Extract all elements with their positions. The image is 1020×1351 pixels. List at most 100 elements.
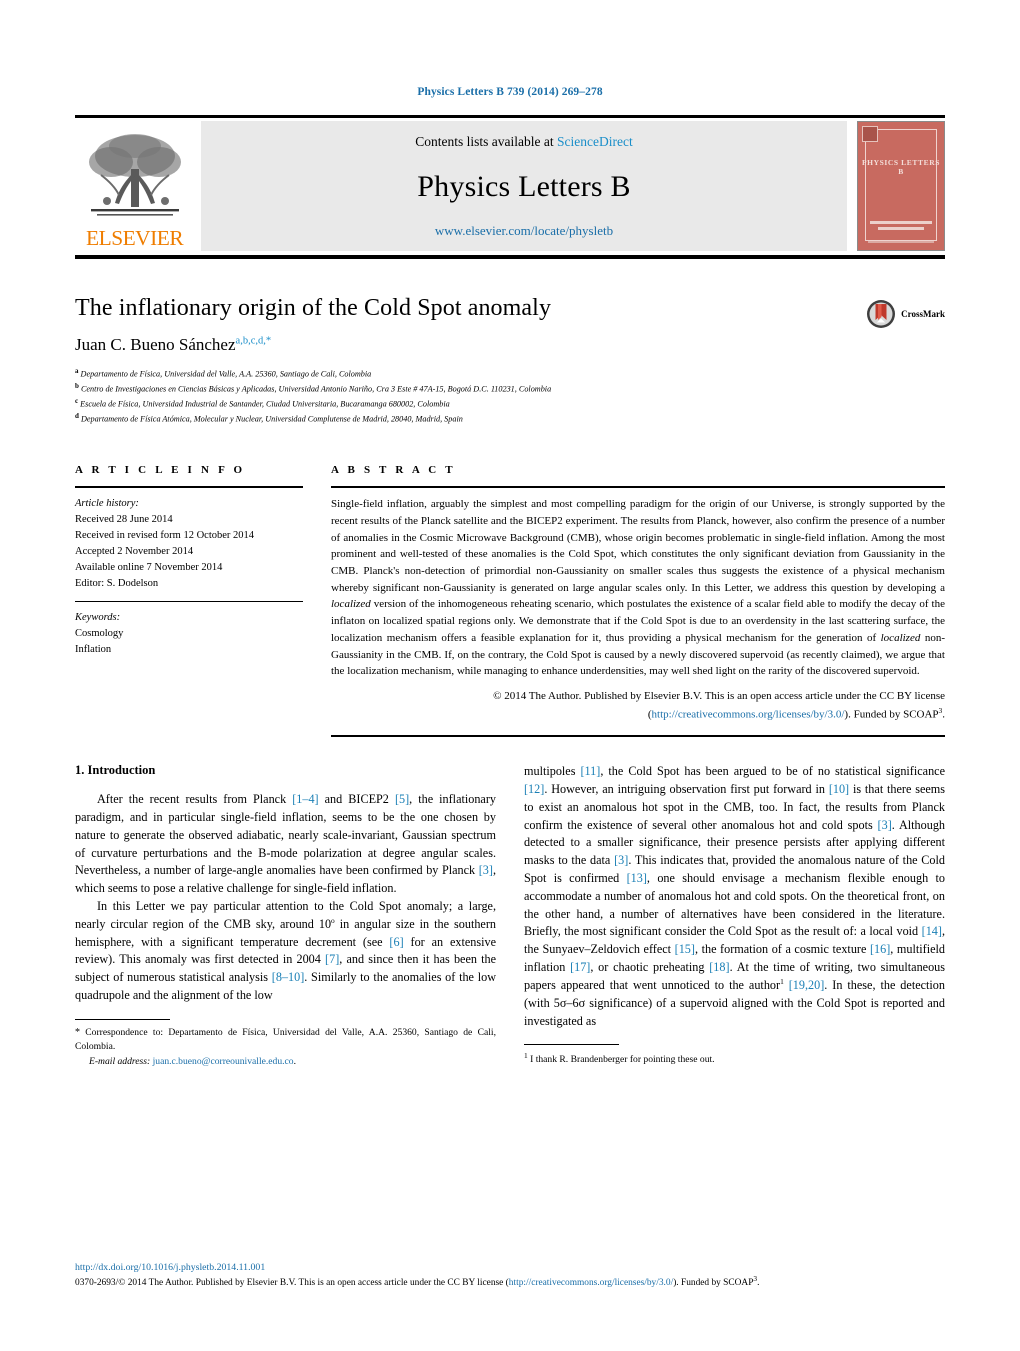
doi-link[interactable]: http://dx.doi.org/10.1016/j.physletb.201… bbox=[75, 1262, 945, 1273]
body-columns: 1. Introduction After the recent results… bbox=[75, 763, 945, 1069]
citation-ref[interactable]: [3] bbox=[878, 818, 892, 832]
cover-footer-bar-1 bbox=[870, 221, 932, 224]
footnote-email-line: E-mail address: juan.c.bueno@correouniva… bbox=[89, 1055, 296, 1067]
citation-ref[interactable]: [18] bbox=[709, 960, 729, 974]
info-abstract-region: A R T I C L E I N F O Article history: R… bbox=[75, 464, 945, 738]
journal-title: Physics Letters B bbox=[417, 169, 631, 203]
author-affiliation-marks[interactable]: a,b,c,d,* bbox=[236, 335, 272, 346]
affiliation-mark: c bbox=[75, 397, 79, 406]
citation-ref[interactable]: [6] bbox=[389, 935, 403, 949]
citation-ref[interactable]: [10] bbox=[829, 782, 849, 796]
masthead-center: Contents lists available at ScienceDirec… bbox=[201, 121, 847, 251]
body-right-column: multipoles [11], the Cold Spot has been … bbox=[524, 763, 945, 1069]
abstract-rule-bottom bbox=[331, 735, 945, 738]
citation-ref[interactable]: [16] bbox=[870, 942, 890, 956]
citation-ref[interactable]: [15] bbox=[675, 942, 695, 956]
citation-ref[interactable]: [13] bbox=[627, 871, 647, 885]
journal-url-link[interactable]: www.elsevier.com/locate/physletb bbox=[435, 223, 613, 239]
contents-available-line: Contents lists available at ScienceDirec… bbox=[415, 134, 632, 150]
keywords-block: Keywords: Cosmology Inflation bbox=[75, 610, 303, 658]
keywords-label: Keywords: bbox=[75, 611, 121, 623]
cover-footer-bar-2 bbox=[878, 227, 924, 230]
affiliation-mark: b bbox=[75, 382, 79, 391]
email-address-label: E-mail address: bbox=[89, 1055, 151, 1067]
footnote-correspondence: * Correspondence to: Departamento de Fís… bbox=[75, 1025, 496, 1069]
affiliation-item: c Escuela de Física, Universidad Industr… bbox=[75, 396, 945, 411]
article-info-rule-top bbox=[75, 486, 303, 489]
article-info-rule-mid bbox=[75, 600, 303, 602]
crossmark-badge[interactable]: CrossMark bbox=[866, 299, 945, 329]
citation-ref[interactable]: [7] bbox=[325, 952, 339, 966]
issn-prefix: 0370-2693/© 2014 The Author. Published b… bbox=[75, 1278, 509, 1289]
citation-ref[interactable]: [8–10] bbox=[272, 970, 305, 984]
abstract-part-2: version of the inhomogeneous reheating s… bbox=[331, 598, 945, 644]
affiliation-item: d Departamento de Física Atómica, Molecu… bbox=[75, 411, 945, 426]
elsevier-wordmark: ELSEVIER bbox=[86, 226, 184, 250]
journal-masthead: ELSEVIER Contents lists available at Sci… bbox=[75, 115, 945, 259]
footnote-separator-right bbox=[524, 1044, 619, 1046]
history-item: Accepted 2 November 2014 bbox=[75, 545, 194, 557]
history-item: Editor: S. Dodelson bbox=[75, 577, 159, 589]
citation-ref[interactable]: [5] bbox=[395, 792, 409, 806]
abstract-text: Single-field inflation, arguably the sim… bbox=[331, 496, 945, 723]
crossmark-label: CrossMark bbox=[901, 309, 945, 319]
affiliation-item: b Centro de Investigaciones en Ciencias … bbox=[75, 381, 945, 396]
citation-ref[interactable]: [1–4] bbox=[292, 792, 318, 806]
affiliations-list: a Departamento de Física, Universidad de… bbox=[75, 366, 945, 426]
history-item: Received 28 June 2014 bbox=[75, 514, 173, 526]
footnote-acknowledgement: 1 I thank R. Brandenberger for pointing … bbox=[524, 1050, 945, 1068]
copyright-end: . bbox=[942, 708, 945, 721]
keyword-item: Cosmology bbox=[75, 627, 124, 639]
cc-license-link[interactable]: http://creativecommons.org/licenses/by/3… bbox=[652, 708, 845, 720]
text-run: , the formation of a cosmic texture bbox=[694, 942, 870, 957]
article-history-block: Article history: Received 28 June 2014 R… bbox=[75, 496, 303, 592]
footnote-acknowledgement-text: I thank R. Brandenberger for pointing th… bbox=[527, 1054, 715, 1066]
page-footer: http://dx.doi.org/10.1016/j.physletb.201… bbox=[75, 1262, 945, 1291]
affiliation-text: Departamento de Física Atómica, Molecula… bbox=[80, 414, 463, 424]
running-head: Physics Letters B 739 (2014) 269–278 bbox=[417, 86, 603, 98]
cover-corner-mark bbox=[862, 126, 878, 142]
text-run: , or chaotic preheating bbox=[590, 960, 710, 974]
journal-cover-thumbnail: PHYSICS LETTERS B bbox=[857, 121, 945, 251]
paragraph-intro-3: multipoles [11], the Cold Spot has been … bbox=[524, 763, 945, 1030]
elsevier-logo: ELSEVIER bbox=[75, 121, 195, 251]
paragraph-intro-2: In this Letter we pay particular attenti… bbox=[75, 898, 496, 1005]
text-run: After the recent results from Planck bbox=[97, 792, 293, 807]
abstract-column: A B S T R A C T Single-field inflation, … bbox=[331, 464, 945, 738]
body-left-column: 1. Introduction After the recent results… bbox=[75, 763, 496, 1069]
paragraph-intro-1: After the recent results from Planck [1–… bbox=[75, 791, 496, 898]
text-run: multipoles bbox=[524, 764, 581, 779]
footnote-separator-left bbox=[75, 1018, 170, 1020]
citation-ref[interactable]: [3] bbox=[614, 853, 628, 867]
affiliation-text: Escuela de Física, Universidad Industria… bbox=[80, 399, 450, 409]
citation-ref[interactable]: [3] bbox=[479, 863, 493, 877]
keyword-item: Inflation bbox=[75, 643, 112, 655]
elsevier-tree-icon bbox=[89, 134, 181, 216]
citation-ref[interactable]: [12] bbox=[524, 782, 544, 796]
issn-end: . bbox=[757, 1278, 760, 1289]
citation-ref[interactable]: [17] bbox=[570, 960, 590, 974]
footnote-correspondence-text: Correspondence to: Departamento de Físic… bbox=[75, 1026, 496, 1053]
history-item: Available online 7 November 2014 bbox=[75, 561, 223, 573]
masthead-top-rule bbox=[75, 115, 945, 118]
sciencedirect-link[interactable]: ScienceDirect bbox=[557, 134, 633, 149]
text-run: . However, an intriguing observation fir… bbox=[544, 781, 829, 796]
text-run: and BICEP2 bbox=[318, 792, 395, 807]
issn-copyright-line: 0370-2693/© 2014 The Author. Published b… bbox=[75, 1274, 945, 1291]
history-item: Received in revised form 12 October 2014 bbox=[75, 529, 255, 541]
issn-suffix: ). Funded by SCOAP bbox=[673, 1278, 754, 1289]
citation-ref[interactable]: [14] bbox=[922, 924, 942, 938]
affiliation-item: a Departamento de Física, Universidad de… bbox=[75, 366, 945, 381]
cover-inner-frame bbox=[865, 129, 937, 241]
abstract-emphasis-2: localized bbox=[880, 631, 921, 644]
email-address-link[interactable]: juan.c.bueno@correounivalle.edu.co bbox=[153, 1056, 294, 1067]
abstract-heading: A B S T R A C T bbox=[331, 464, 456, 477]
article-info-column: A R T I C L E I N F O Article history: R… bbox=[75, 464, 303, 737]
text-run: , the Cold Spot has been argued to be of… bbox=[600, 764, 945, 779]
author-name: Juan C. Bueno Sánchez bbox=[75, 335, 236, 354]
citation-ref[interactable]: [11] bbox=[580, 764, 600, 778]
contents-prefix: Contents lists available at bbox=[415, 134, 557, 149]
footer-cc-license-link[interactable]: http://creativecommons.org/licenses/by/3… bbox=[509, 1278, 673, 1288]
copyright-suffix: ). Funded by SCOAP bbox=[844, 708, 939, 721]
citation-ref[interactable]: [19,20] bbox=[789, 978, 825, 992]
